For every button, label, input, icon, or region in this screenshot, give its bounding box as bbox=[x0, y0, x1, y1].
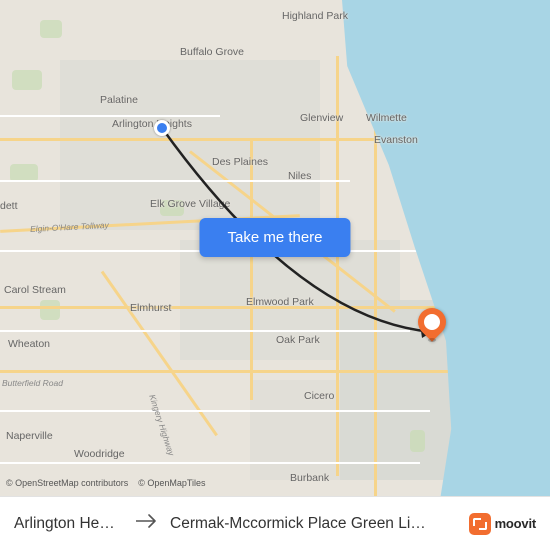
pin-shadow bbox=[428, 338, 436, 342]
route-to-label[interactable]: Cermak-Mccormick Place Green Li… bbox=[170, 515, 457, 533]
city-label: Evanston bbox=[374, 134, 418, 146]
route-footer: Arlington He… Cermak-Mccormick Place Gre… bbox=[0, 496, 550, 550]
moovit-wordmark: moovit bbox=[495, 516, 536, 531]
city-label: Palatine bbox=[100, 94, 138, 106]
map-attribution: © OpenStreetMap contributors © OpenMapTi… bbox=[6, 478, 206, 488]
city-label: Naperville bbox=[6, 430, 53, 442]
highway bbox=[0, 370, 450, 373]
road bbox=[0, 462, 420, 464]
city-label: Highland Park bbox=[282, 10, 348, 22]
attribution-osm[interactable]: © OpenStreetMap contributors bbox=[6, 478, 128, 488]
city-label: Niles bbox=[288, 170, 311, 182]
road-label: Butterfield Road bbox=[2, 378, 63, 388]
city-label: Wilmette bbox=[366, 112, 407, 124]
route-from-label[interactable]: Arlington He… bbox=[14, 515, 124, 533]
moovit-logo[interactable]: moovit bbox=[469, 513, 536, 535]
city-label: Cicero bbox=[304, 390, 334, 402]
city-label: Burbank bbox=[290, 472, 329, 484]
city-label: Oak Park bbox=[276, 334, 320, 346]
highway bbox=[250, 140, 253, 400]
destination-marker[interactable] bbox=[418, 308, 446, 336]
road bbox=[0, 115, 220, 117]
moovit-mark-icon bbox=[469, 513, 491, 535]
city-label: Wheaton bbox=[8, 338, 50, 350]
park-area bbox=[410, 430, 425, 452]
park-area bbox=[40, 20, 62, 38]
map-pin-icon bbox=[412, 302, 452, 342]
city-label: dett bbox=[0, 200, 18, 212]
city-label: Elk Grove Village bbox=[150, 198, 230, 210]
city-label: Woodridge bbox=[74, 448, 125, 460]
road bbox=[0, 410, 430, 412]
city-label: Elmwood Park bbox=[246, 296, 314, 308]
city-label: Glenview bbox=[300, 112, 343, 124]
attribution-tiles[interactable]: © OpenMapTiles bbox=[131, 478, 206, 488]
city-label: Carol Stream bbox=[4, 284, 66, 296]
city-label: Des Plaines bbox=[212, 156, 268, 168]
map-canvas[interactable]: Highland Park Buffalo Grove Palatine Arling… bbox=[0, 0, 550, 550]
park-area bbox=[40, 300, 60, 320]
park-area bbox=[12, 70, 42, 90]
city-label: Arlington Heights bbox=[112, 118, 192, 130]
city-label: Buffalo Grove bbox=[180, 46, 244, 58]
road bbox=[0, 330, 410, 332]
origin-marker[interactable] bbox=[154, 120, 170, 136]
take-me-there-button[interactable]: Take me there bbox=[199, 218, 350, 257]
city-label: Elmhurst bbox=[130, 302, 171, 314]
arrow-right-icon bbox=[136, 514, 158, 533]
